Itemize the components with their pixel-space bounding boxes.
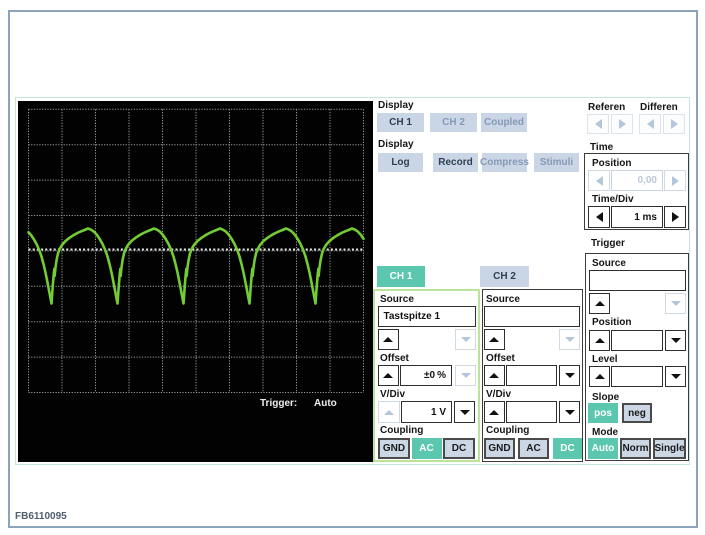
svg-text:Auto: Auto [314,398,337,409]
svg-text:Trigger:: Trigger: [260,398,297,409]
